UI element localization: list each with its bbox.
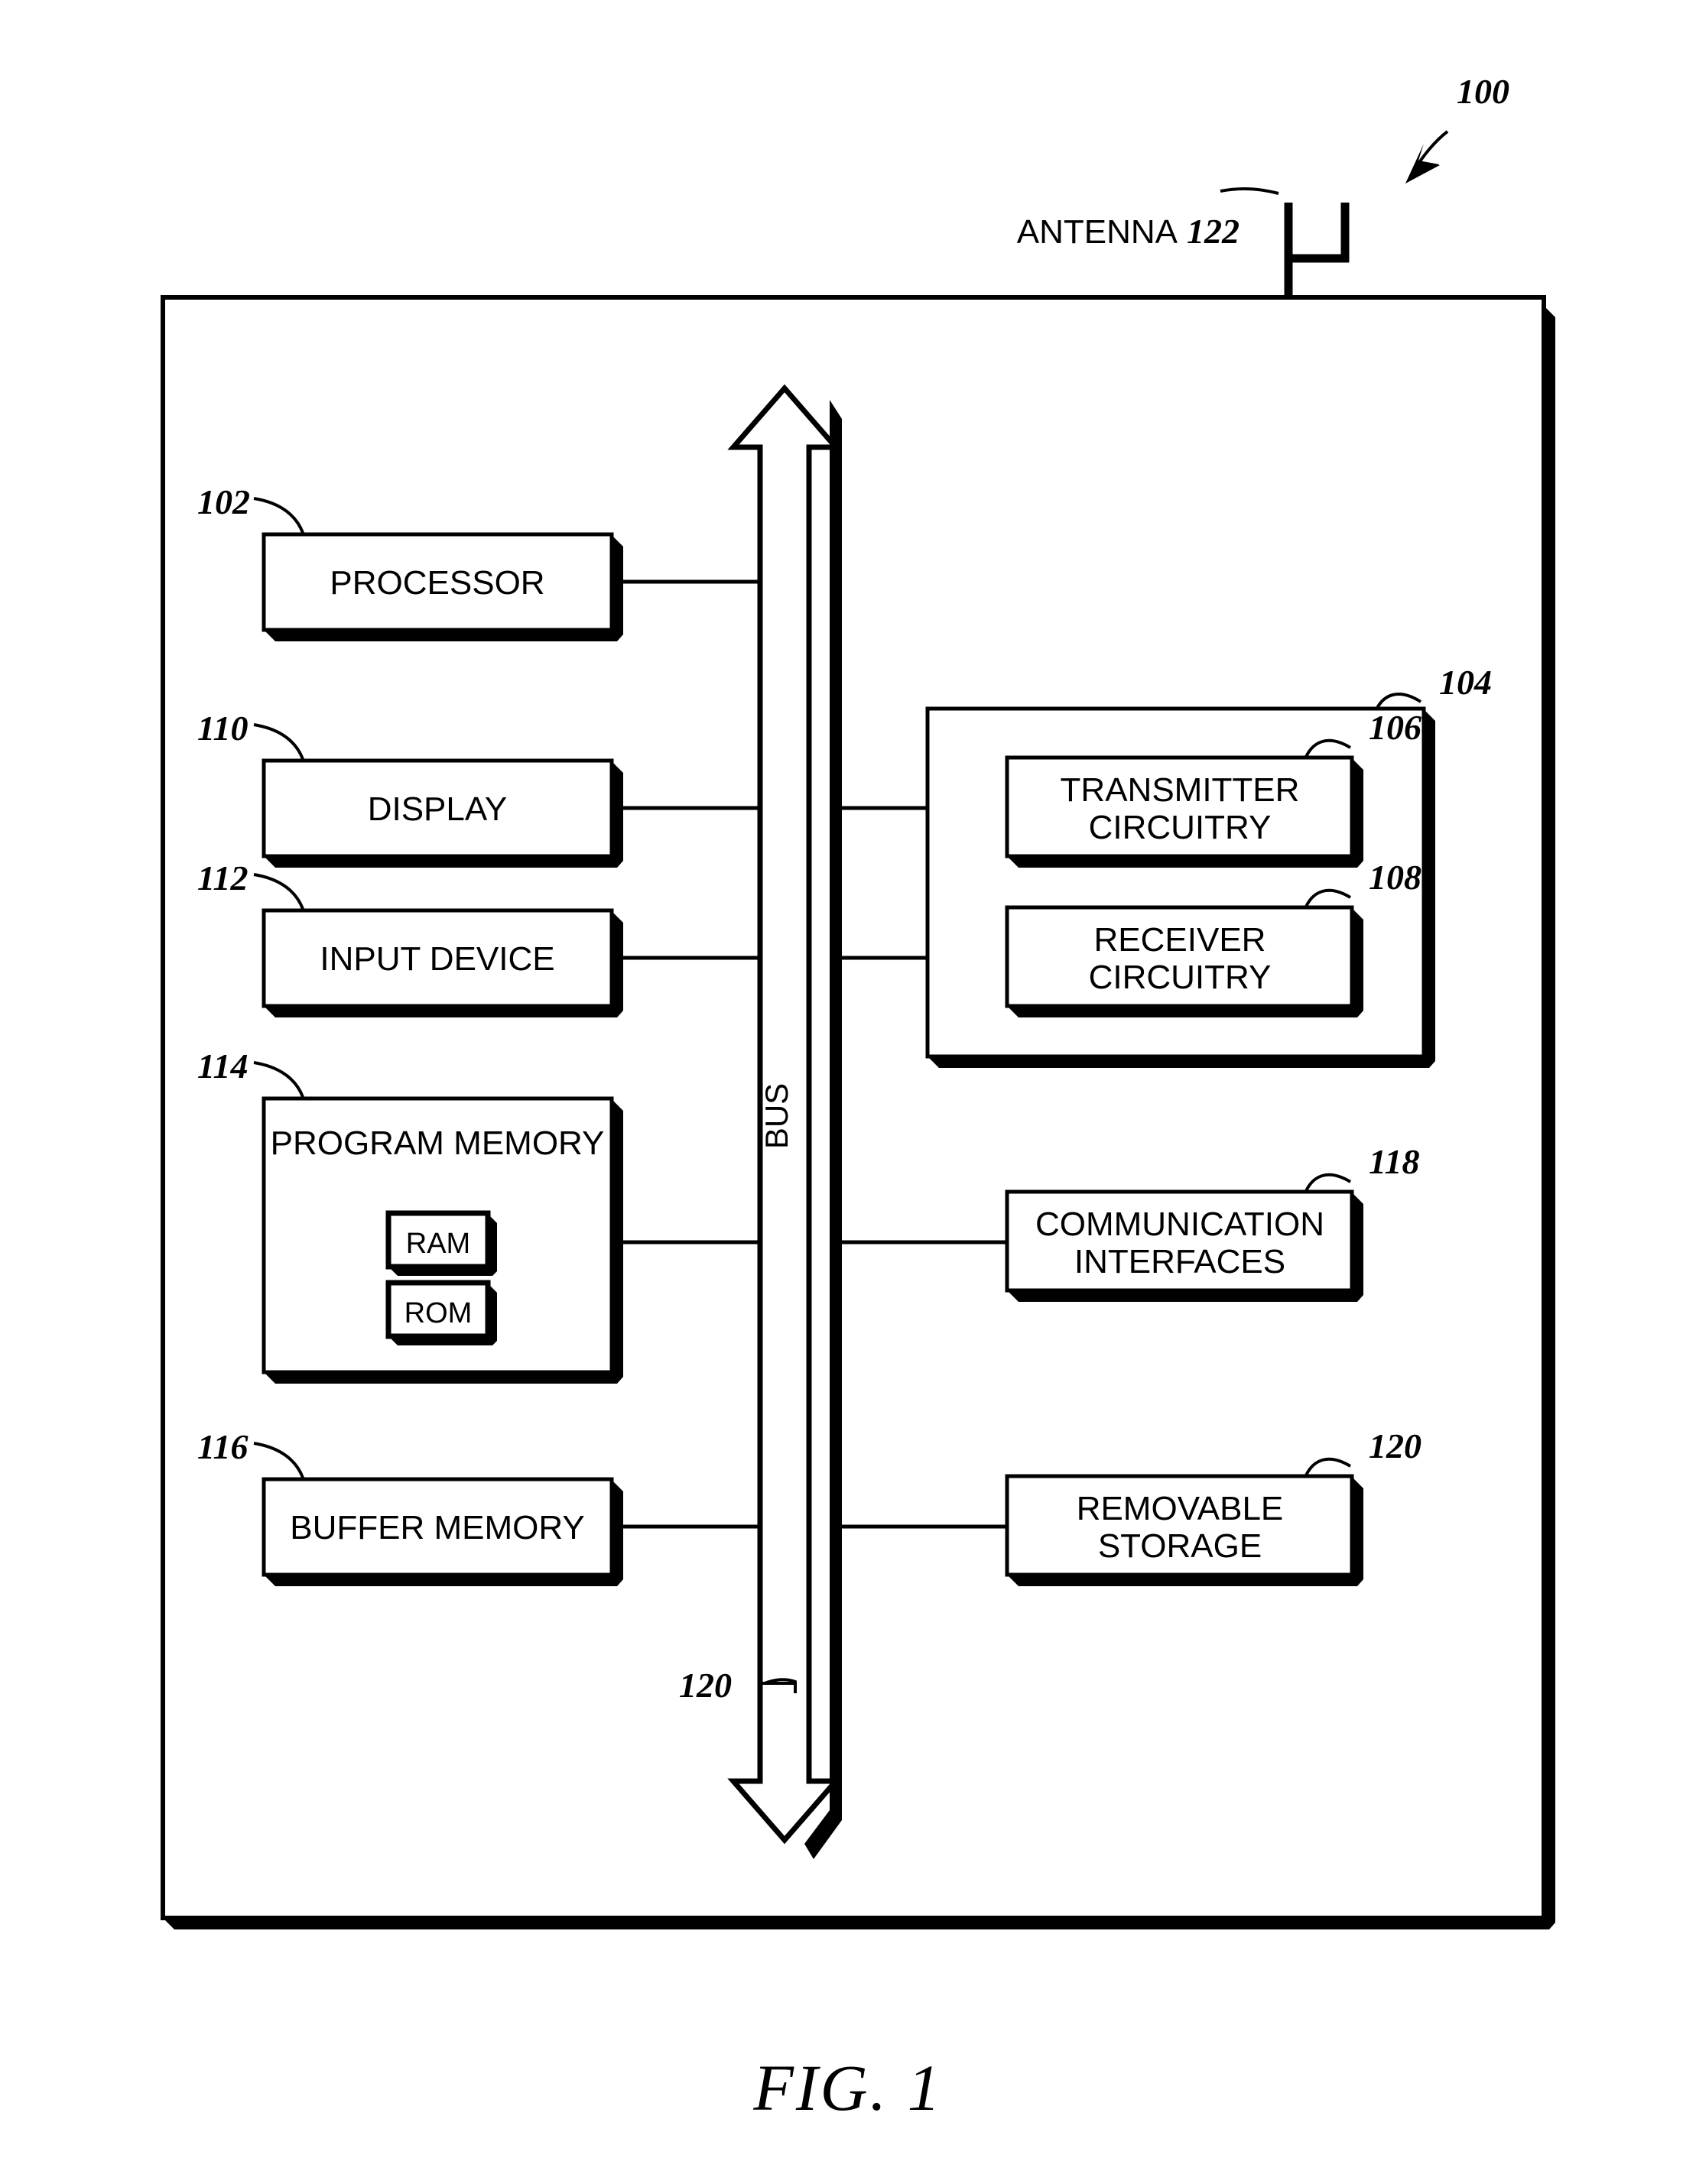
ref-104: 104 xyxy=(1439,663,1492,702)
box-processor: PROCESSOR xyxy=(262,532,623,641)
ref-118: 118 xyxy=(1369,1142,1419,1181)
box-transmitter-circuitry: TRANSMITTER CIRCUITRY xyxy=(1005,755,1363,868)
box-ram: RAM xyxy=(385,1210,497,1276)
bus-label: BUS xyxy=(759,1083,794,1149)
ref-102: 102 xyxy=(197,482,250,521)
antenna-ref: 122 xyxy=(1187,212,1240,251)
box-input-device: INPUT DEVICE xyxy=(262,908,623,1017)
receiver-line2: CIRCUITRY xyxy=(1089,959,1272,996)
communication-interfaces-line2: INTERFACES xyxy=(1074,1243,1285,1280)
ram-label: RAM xyxy=(406,1228,470,1260)
receiver-line1: RECEIVER xyxy=(1094,921,1266,959)
antenna-label: ANTENNA xyxy=(1017,213,1178,251)
figure-caption: FIG. 1 xyxy=(752,2051,942,2124)
ref-100: 100 xyxy=(1457,72,1509,111)
ref-110: 110 xyxy=(197,709,248,748)
box-buffer-memory: BUFFER MEMORY xyxy=(262,1477,623,1586)
ref-108: 108 xyxy=(1369,858,1421,897)
box-display: DISPLAY xyxy=(262,758,623,868)
transmitter-line2: CIRCUITRY xyxy=(1089,809,1272,846)
removable-storage-line1: REMOVABLE xyxy=(1077,1490,1284,1527)
ref-120-bus: 120 xyxy=(679,1666,732,1705)
figure-canvas: BUS PROCESSOR 102 DISPLAY 110 INPUT DEVI… xyxy=(161,72,1555,2124)
display-label: DISPLAY xyxy=(368,790,508,828)
patent-figure-1: BUS PROCESSOR 102 DISPLAY 110 INPUT DEVI… xyxy=(0,0,1696,2184)
input-device-label: INPUT DEVICE xyxy=(320,940,554,978)
ref-106: 106 xyxy=(1369,708,1421,747)
box-receiver-circuitry: RECEIVER CIRCUITRY xyxy=(1005,905,1363,1017)
program-memory-label: PROGRAM MEMORY xyxy=(271,1124,605,1162)
buffer-memory-label: BUFFER MEMORY xyxy=(290,1509,584,1546)
processor-label: PROCESSOR xyxy=(330,564,544,602)
box-program-memory: PROGRAM MEMORY RAM ROM xyxy=(262,1096,623,1384)
communication-interfaces-line1: COMMUNICATION xyxy=(1035,1206,1324,1243)
ref-112: 112 xyxy=(197,858,248,897)
transmitter-line1: TRANSMITTER xyxy=(1061,771,1300,809)
box-removable-storage: REMOVABLE STORAGE xyxy=(1005,1474,1363,1586)
system-reference-arrow xyxy=(1405,130,1449,183)
ref-114: 114 xyxy=(197,1047,248,1086)
rom-label: ROM xyxy=(405,1297,473,1329)
box-communication-interfaces: COMMUNICATION INTERFACES xyxy=(1005,1189,1363,1302)
antenna-icon xyxy=(1220,187,1350,300)
ref-120-storage: 120 xyxy=(1369,1426,1421,1465)
box-rom: ROM xyxy=(385,1280,497,1345)
removable-storage-line2: STORAGE xyxy=(1098,1527,1262,1565)
ref-116: 116 xyxy=(197,1427,248,1466)
